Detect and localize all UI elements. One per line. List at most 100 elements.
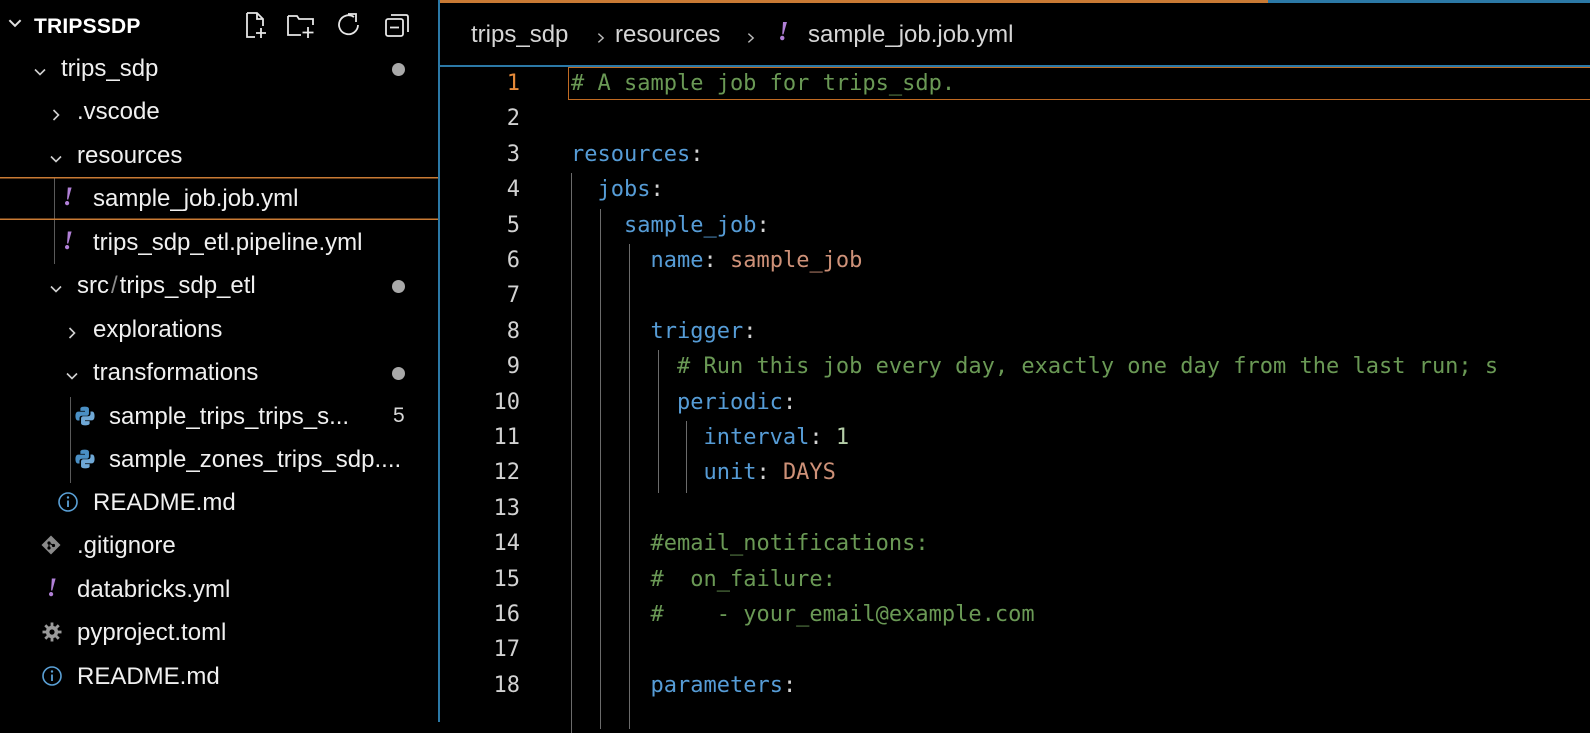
code-text: # A sample job for trips_sdp.	[571, 71, 955, 96]
code-line[interactable]: 14 #email_notifications:	[440, 527, 1590, 562]
chevron-down-icon	[64, 363, 80, 380]
code-line[interactable]: 3 resources:	[440, 138, 1590, 173]
code-line[interactable]: 4 jobs:	[440, 173, 1590, 208]
modified-dot	[392, 367, 405, 380]
tree-file-sample-zones-py[interactable]: sample_zones_trips_sdp....	[0, 438, 438, 481]
line-number: 14	[493, 531, 521, 557]
code-line[interactable]: 10 periodic:	[440, 386, 1590, 421]
code-token: trigger	[650, 318, 744, 344]
tree-file-readme-inner[interactable]: README.md	[0, 481, 438, 524]
code-token: :	[756, 460, 783, 486]
tree-folder-explorations[interactable]: explorations	[0, 308, 438, 351]
tree-folder-resources[interactable]: resources	[0, 134, 438, 177]
code-token: :	[756, 212, 770, 238]
tree-file-pyproject-toml[interactable]: pyproject.toml	[0, 611, 438, 654]
code-line[interactable]: 12 unit: DAYS	[440, 456, 1590, 491]
collapse-all-icon[interactable]	[382, 10, 414, 42]
code-token: sample_job	[729, 248, 863, 273]
explorer-header[interactable]: TRIPSSDP	[0, 2, 438, 46]
modified-dot	[392, 280, 405, 293]
code-line[interactable]: 7	[440, 279, 1590, 314]
code-line[interactable]: 11 interval: 1	[440, 421, 1590, 456]
code-token: name	[650, 248, 704, 273]
code-line[interactable]: 6 name: sample_job	[440, 244, 1590, 279]
code-line[interactable]: 18 parameters:	[440, 669, 1590, 704]
new-file-icon[interactable]	[240, 10, 272, 42]
tree-folder-src-trips-sdp-etl[interactable]: src/trips_sdp_etl	[0, 264, 438, 307]
tree-file-readme-root[interactable]: README.md	[0, 655, 438, 698]
code-text: interval: 1	[571, 425, 849, 450]
code-token: resources	[571, 141, 691, 167]
code-line[interactable]: 8 trigger:	[440, 315, 1590, 350]
code-token: interval	[703, 425, 810, 450]
breadcrumb-item-resources[interactable]: resources	[615, 21, 720, 49]
breadcrumb-item-trips-sdp[interactable]: trips_sdp	[471, 21, 568, 49]
tree-file-databricks-yml[interactable]: ! databricks.yml	[0, 568, 438, 611]
code-text: trigger:	[571, 319, 756, 344]
code-editor[interactable]: 1 # A sample job for trips_sdp. 2 3 resource…	[440, 67, 1590, 733]
explorer-title: TRIPSSDP	[34, 15, 141, 38]
code-token: 1	[835, 425, 850, 450]
tree-file-sample-job-yml[interactable]: ! sample_job.job.yml	[0, 177, 438, 220]
tree-file-pipeline-yml[interactable]: ! trips_sdp_etl.pipeline.yml	[0, 221, 438, 264]
code-line[interactable]: 15 # on_failure:	[440, 563, 1590, 598]
tree-item-label: trips_sdp_etl.pipeline.yml	[93, 229, 363, 256]
line-number: 17	[493, 637, 521, 663]
new-folder-icon[interactable]	[286, 10, 318, 42]
chevron-down-icon	[48, 146, 64, 163]
code-text: # Run this job every day, exactly one da…	[571, 354, 1498, 379]
code-text: resources:	[571, 142, 703, 167]
line-number: 13	[493, 495, 521, 521]
code-text: name: sample_job	[571, 248, 862, 273]
chevron-down-icon[interactable]	[6, 14, 24, 32]
code-token: # A sample job for trips_sdp.	[571, 71, 956, 96]
code-text: # - your_email@example.com	[571, 602, 1034, 627]
code-text: # on_failure:	[571, 566, 836, 592]
refresh-icon[interactable]	[334, 10, 366, 42]
code-token: # Run this job every day, exactly one da…	[676, 354, 1499, 380]
code-token: :	[782, 389, 797, 415]
yaml-file-icon: !	[46, 573, 58, 602]
code-token: # on_failure:	[650, 566, 836, 592]
line-number: 3	[506, 141, 520, 167]
breadcrumb-item-file[interactable]: sample_job.job.yml	[808, 21, 1013, 49]
tree-item-label: databricks.yml	[77, 576, 231, 603]
code-text: jobs:	[571, 177, 664, 202]
tree-item-label: sample_zones_trips_sdp....	[109, 446, 402, 473]
code-token: #email_notifications:	[650, 531, 929, 557]
code-text: unit: DAYS	[571, 460, 835, 486]
git-icon	[40, 534, 61, 558]
code-line[interactable]: 9 # Run this job every day, exactly one …	[440, 350, 1590, 385]
tree-item-label: transformations	[93, 359, 259, 386]
code-token: :	[743, 318, 757, 344]
tree-folder-trips-sdp[interactable]: trips_sdp	[0, 47, 438, 90]
code-line[interactable]: 5 sample_job:	[440, 209, 1590, 244]
code-line[interactable]: 13	[440, 492, 1590, 527]
code-line[interactable]: 1 # A sample job for trips_sdp.	[440, 67, 1590, 102]
chevron-down-icon	[32, 59, 48, 76]
code-text: periodic:	[571, 390, 796, 415]
code-token: :	[809, 425, 836, 450]
code-line[interactable]: 16 # - your_email@example.com	[440, 598, 1590, 633]
tree-item-label: src/trips_sdp_etl	[77, 272, 256, 300]
breadcrumb: trips_sdp resources ! sample_job.job.yml	[440, 3, 1590, 65]
line-number: 4	[506, 177, 520, 203]
tree-item-label: explorations	[93, 316, 223, 343]
tree-file-gitignore[interactable]: .gitignore	[0, 524, 438, 567]
code-line[interactable]: 2	[440, 102, 1590, 137]
line-number: 6	[506, 248, 520, 273]
tree-folder-transformations[interactable]: transformations	[0, 351, 438, 394]
tree-file-sample-trips-py[interactable]: sample_trips_trips_s... 5	[0, 395, 438, 438]
code-text: parameters:	[571, 673, 796, 698]
tree-item-label: pyproject.toml	[77, 619, 227, 646]
code-text: #email_notifications:	[571, 531, 929, 557]
tree-folder-vscode[interactable]: .vscode	[0, 90, 438, 133]
explorer-sidebar: TRIPSSDP trips_sdp .vscode resources ! s…	[0, 0, 438, 722]
yaml-file-icon: !	[62, 182, 74, 211]
code-line[interactable]: 17	[440, 633, 1590, 668]
